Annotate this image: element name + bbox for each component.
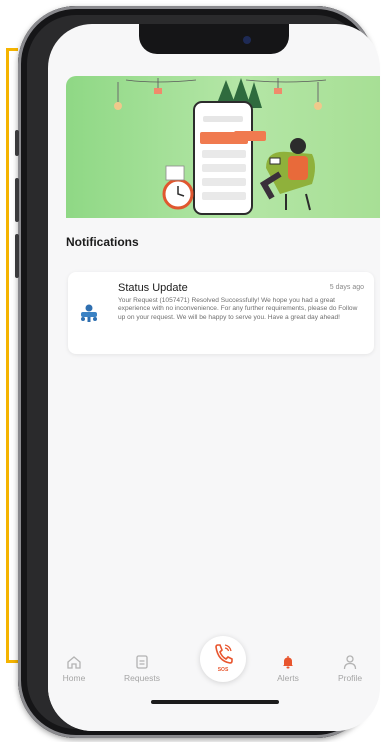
tab-home-label: Home (62, 673, 86, 683)
home-icon (67, 656, 81, 669)
tab-home[interactable]: Home (52, 654, 96, 683)
requests-icon (136, 655, 148, 669)
phone-frame: Notifications Status Update 5 days ago Y… (15, 6, 380, 738)
notifications-banner (66, 76, 380, 218)
status-update-icon (81, 304, 97, 322)
home-indicator (151, 700, 279, 704)
sos-button[interactable]: SOS (200, 636, 246, 682)
tab-profile[interactable]: Profile (328, 654, 372, 683)
banner-illustration (114, 78, 327, 215)
camera-icon (243, 36, 251, 44)
screen: Notifications Status Update 5 days ago Y… (48, 24, 380, 731)
sos-label: SOS (217, 667, 229, 673)
notification-title: Status Update (118, 282, 188, 294)
user-icon (343, 655, 357, 670)
notifications-heading: Notifications (66, 235, 139, 249)
tab-alerts[interactable]: Alerts (266, 654, 310, 683)
notification-message: Your Request (1057471) Resolved Successf… (118, 297, 358, 321)
tab-profile-label: Profile (337, 673, 363, 683)
tab-alerts-label: Alerts (277, 673, 299, 683)
bottom-tab-bar: Home Requests SOS Alerts Profile (48, 636, 380, 731)
annotation-line-vertical (6, 48, 9, 662)
tab-requests[interactable]: Requests (112, 654, 172, 683)
notch (139, 24, 289, 54)
tab-requests-label: Requests (124, 673, 160, 683)
mute-switch (15, 130, 19, 156)
volume-up-button (15, 178, 19, 222)
bell-icon (283, 656, 293, 669)
notification-card[interactable]: Status Update 5 days ago Your Request (1… (68, 272, 374, 354)
phone-call-icon (215, 644, 233, 664)
volume-down-button (15, 234, 19, 278)
notification-time: 5 days ago (329, 284, 364, 291)
